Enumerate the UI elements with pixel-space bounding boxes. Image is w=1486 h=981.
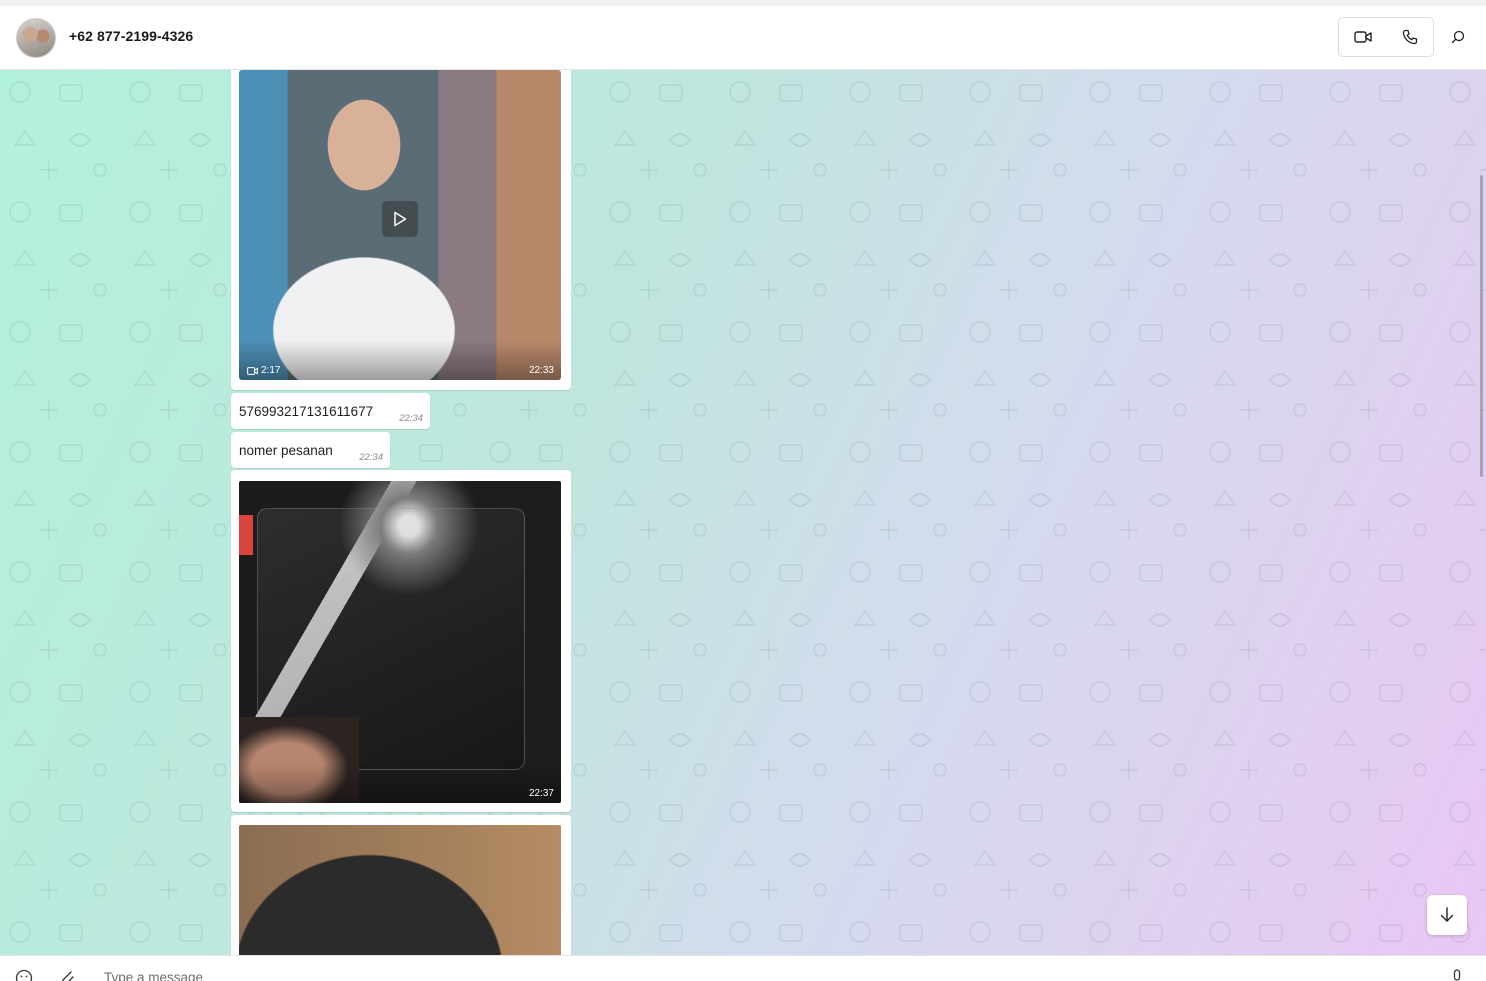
- message-image[interactable]: 22:37: [239, 481, 561, 803]
- image-shade: [239, 763, 561, 803]
- contact-name[interactable]: +62 877-2199-4326: [69, 28, 193, 44]
- chat-area[interactable]: 2:17 22:33 576993217131611677 22:34 nome…: [0, 70, 1486, 955]
- contact-avatar[interactable]: [16, 18, 56, 58]
- search-button[interactable]: [1444, 22, 1472, 52]
- message-time: 22:33: [528, 365, 554, 376]
- message-text: nomer pesanan: [239, 442, 333, 458]
- search-icon: [1451, 30, 1465, 44]
- emoji-icon: [15, 969, 33, 981]
- call-buttons-group: [1338, 17, 1434, 57]
- text-message[interactable]: 576993217131611677 22:34: [231, 393, 430, 429]
- emoji-button[interactable]: [15, 969, 33, 981]
- video-duration-text: 2:17: [261, 365, 281, 376]
- microphone-button[interactable]: [1450, 969, 1464, 981]
- paperclip-icon: [61, 971, 74, 981]
- video-message[interactable]: 2:17 22:33: [231, 70, 571, 390]
- message-composer: [0, 955, 1486, 981]
- message-text: 576993217131611677: [239, 403, 374, 419]
- video-camera-icon: [1353, 31, 1372, 43]
- message-time: 22:34: [399, 413, 423, 424]
- microphone-icon: [1453, 969, 1461, 981]
- play-icon: [394, 211, 407, 227]
- image-content: [239, 515, 253, 555]
- chat-scrollbar[interactable]: [1480, 175, 1483, 477]
- voice-call-button[interactable]: [1386, 18, 1433, 56]
- message-input[interactable]: [104, 970, 1404, 981]
- video-thumbnail[interactable]: 2:17 22:33: [239, 70, 561, 380]
- image-message[interactable]: [231, 815, 571, 955]
- video-shade: [239, 340, 561, 380]
- image-message[interactable]: 22:37: [231, 470, 571, 812]
- background-doodle-pattern: [0, 70, 1486, 955]
- text-message[interactable]: nomer pesanan 22:34: [231, 432, 390, 468]
- video-duration: 2:17: [247, 365, 280, 376]
- message-time: 22:37: [528, 788, 554, 799]
- message-time: 22:34: [359, 452, 383, 463]
- phone-icon: [1402, 29, 1417, 45]
- video-camera-icon: [247, 366, 258, 375]
- video-call-button[interactable]: [1339, 18, 1386, 56]
- scroll-to-bottom-button[interactable]: [1427, 895, 1467, 935]
- chat-header: +62 877-2199-4326: [0, 6, 1486, 70]
- message-image[interactable]: [239, 825, 561, 955]
- attach-button[interactable]: [58, 969, 76, 981]
- play-button[interactable]: [382, 201, 418, 237]
- arrow-down-icon: [1440, 907, 1454, 922]
